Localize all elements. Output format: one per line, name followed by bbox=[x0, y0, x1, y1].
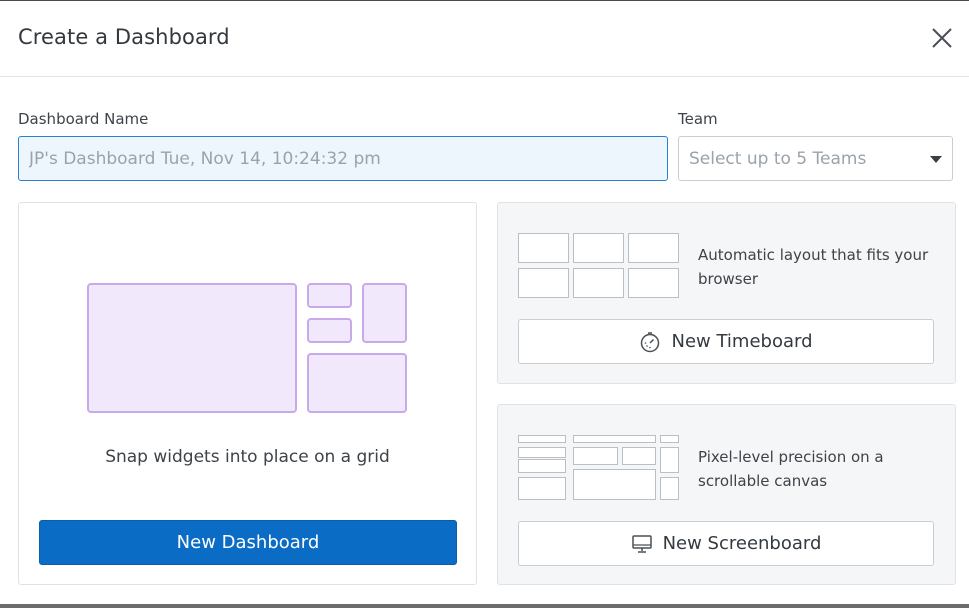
dashboard-caption: Snap widgets into place on a grid bbox=[105, 447, 390, 467]
create-dashboard-modal: Create a Dashboard Dashboard Name Team S… bbox=[0, 1, 969, 604]
grid-layout-illustration bbox=[87, 283, 407, 413]
team-label: Team bbox=[678, 110, 718, 128]
screenboard-layout-illustration bbox=[518, 435, 679, 500]
window-bottom-edge bbox=[0, 604, 969, 608]
team-select[interactable]: Select up to 5 Teams bbox=[678, 136, 953, 181]
close-icon[interactable] bbox=[929, 25, 955, 51]
dashboard-name-input[interactable] bbox=[18, 136, 668, 181]
new-timeboard-label: New Timeboard bbox=[671, 331, 813, 352]
timeboard-description: Automatic layout that fits your browser bbox=[698, 246, 929, 288]
modal-title: Create a Dashboard bbox=[18, 25, 230, 49]
timeboard-layout-illustration bbox=[518, 233, 679, 298]
modal-header: Create a Dashboard bbox=[0, 1, 969, 77]
dashboard-name-label: Dashboard Name bbox=[18, 110, 149, 128]
dashboard-option-card[interactable]: Snap widgets into place on a grid New Da… bbox=[18, 202, 477, 585]
stopwatch-icon bbox=[641, 331, 660, 352]
new-screenboard-label: New Screenboard bbox=[662, 533, 822, 554]
screenboard-option-card[interactable]: Pixel-level precision on a scrollable ca… bbox=[497, 404, 956, 585]
new-screenboard-button[interactable]: New Screenboard bbox=[518, 521, 934, 566]
monitor-icon bbox=[631, 534, 652, 553]
chevron-down-icon bbox=[930, 156, 942, 163]
new-dashboard-button[interactable]: New Dashboard bbox=[39, 520, 457, 565]
new-timeboard-button[interactable]: New Timeboard bbox=[518, 319, 934, 364]
timeboard-option-card[interactable]: Automatic layout that fits your browser … bbox=[497, 202, 956, 384]
team-select-placeholder: Select up to 5 Teams bbox=[689, 149, 867, 169]
screenboard-description: Pixel-level precision on a scrollable ca… bbox=[698, 448, 884, 490]
